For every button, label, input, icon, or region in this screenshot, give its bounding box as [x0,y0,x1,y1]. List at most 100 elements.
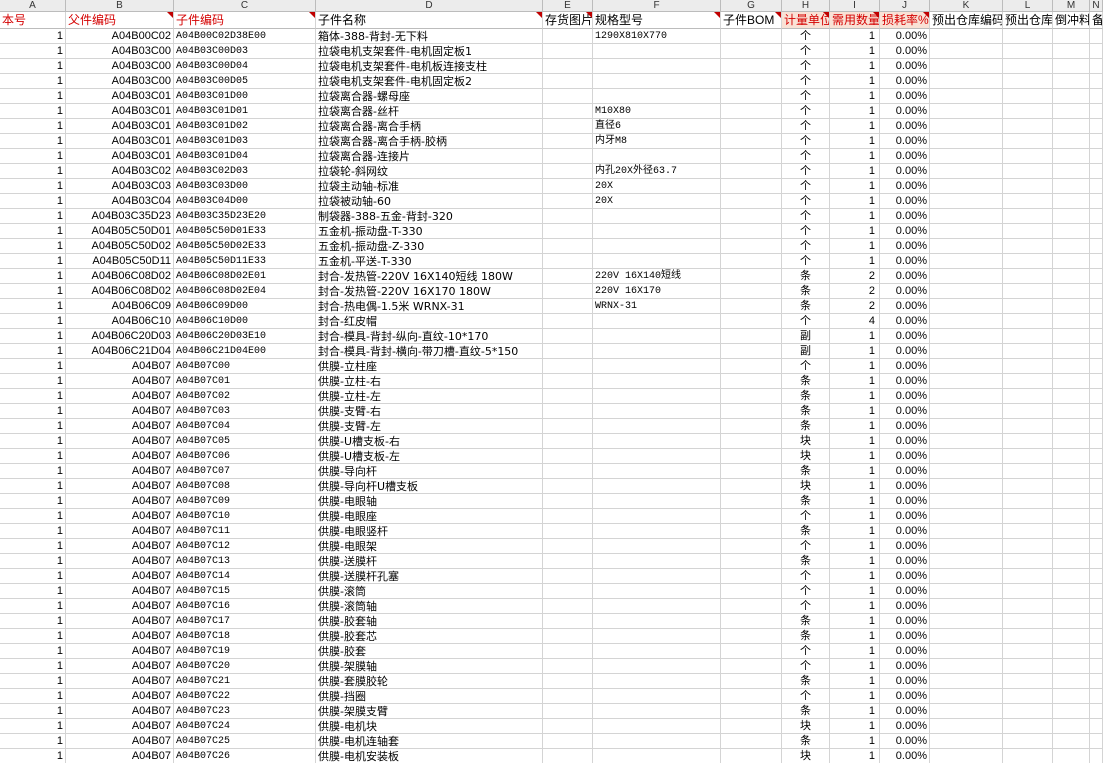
table-cell[interactable]: 拉袋电机支架套件-电机固定板2 [316,74,543,89]
table-cell[interactable]: 五金机-振动盘-T-330 [316,224,543,239]
table-row[interactable]: 1 A04B03C02 A04B03C02D03 拉袋轮-斜网纹 内孔20X外径63.7… [0,164,1103,179]
table-cell[interactable]: 1 [0,59,66,74]
table-cell[interactable] [1053,104,1090,119]
table-cell[interactable] [543,614,593,629]
table-cell[interactable]: A04B05C50D11 [66,254,174,269]
table-cell[interactable] [543,509,593,524]
table-cell[interactable]: 20X [593,179,721,194]
table-cell[interactable]: 0.00% [880,254,930,269]
table-cell[interactable]: 供膜-电机安装板 [316,749,543,763]
table-cell[interactable]: A04B07 [66,389,174,404]
table-cell[interactable] [930,164,1003,179]
table-cell[interactable] [543,404,593,419]
table-cell[interactable] [1003,734,1053,749]
table-cell[interactable]: 供膜-胶套芯 [316,629,543,644]
table-cell[interactable]: 1 [830,644,880,659]
table-cell[interactable]: 1 [0,539,66,554]
table-cell[interactable] [1053,329,1090,344]
table-cell[interactable]: 1 [830,239,880,254]
column-letter-i[interactable]: I [830,0,880,12]
table-cell[interactable]: M10X80 [593,104,721,119]
table-cell[interactable]: 220V 16X140短线 [593,269,721,284]
table-cell[interactable] [1053,224,1090,239]
column-letter-b[interactable]: B [66,0,174,12]
table-cell[interactable]: A04B07C19 [174,644,316,659]
table-cell[interactable] [593,59,721,74]
table-cell[interactable]: 1 [0,284,66,299]
column-letter-n[interactable]: N [1090,0,1103,12]
table-cell[interactable] [1053,269,1090,284]
table-cell[interactable] [930,314,1003,329]
table-cell[interactable]: A04B07C17 [174,614,316,629]
table-cell[interactable]: A04B06C09 [66,299,174,314]
table-cell[interactable] [1003,224,1053,239]
table-cell[interactable] [543,434,593,449]
table-cell[interactable] [721,329,782,344]
table-cell[interactable]: 1 [0,224,66,239]
table-cell[interactable]: A04B07 [66,569,174,584]
table-cell[interactable]: 拉袋被动轴-60 [316,194,543,209]
table-cell[interactable] [543,239,593,254]
table-cell[interactable]: 1 [0,509,66,524]
table-cell[interactable] [543,539,593,554]
table-cell[interactable] [1053,704,1090,719]
column-letter-d[interactable]: D [316,0,543,12]
table-cell[interactable]: 1 [830,209,880,224]
field-header-row[interactable]: 本号 父件编码 子件编码 子件名称 存货图片 规格型号 子件BOM 计量单位 需用数量 损耗率% 预… [0,12,1103,29]
table-cell[interactable]: 拉袋轮-斜网纹 [316,164,543,179]
table-cell[interactable]: 1 [0,239,66,254]
table-cell[interactable] [930,599,1003,614]
table-row[interactable]: 1 A04B07 A04B07C01 供膜-立柱-右条 1 0.00% [0,374,1103,389]
table-cell[interactable] [930,29,1003,44]
table-cell[interactable] [930,194,1003,209]
table-cell[interactable] [1053,689,1090,704]
table-cell[interactable]: 块 [782,719,830,734]
table-cell[interactable] [593,389,721,404]
table-cell[interactable] [930,704,1003,719]
table-cell[interactable] [1090,719,1103,734]
table-cell[interactable] [543,749,593,763]
table-cell[interactable] [1053,419,1090,434]
table-row[interactable]: 1 A04B07 A04B07C18 供膜-胶套芯条 1 0.00% [0,629,1103,644]
table-cell[interactable] [1053,239,1090,254]
table-cell[interactable]: 拉袋离合器-离合手柄 [316,119,543,134]
table-cell[interactable]: 1 [830,509,880,524]
table-cell[interactable]: 1 [830,674,880,689]
table-cell[interactable]: 个 [782,254,830,269]
table-cell[interactable]: 个 [782,569,830,584]
table-cell[interactable] [721,59,782,74]
table-cell[interactable]: 1 [830,254,880,269]
table-cell[interactable] [1003,749,1053,763]
table-cell[interactable]: 1 [830,719,880,734]
table-cell[interactable]: 1 [0,164,66,179]
table-cell[interactable] [721,284,782,299]
table-cell[interactable] [1053,674,1090,689]
table-cell[interactable]: A04B03C01 [66,89,174,104]
table-cell[interactable] [721,314,782,329]
table-cell[interactable]: 0.00% [880,434,930,449]
table-cell[interactable] [543,299,593,314]
table-row[interactable]: 1 A04B07 A04B07C00 供膜-立柱座个 1 0.00% [0,359,1103,374]
table-cell[interactable]: 个 [782,584,830,599]
table-cell[interactable] [930,239,1003,254]
table-cell[interactable]: 个 [782,224,830,239]
table-cell[interactable]: 1 [0,719,66,734]
table-cell[interactable]: 个 [782,179,830,194]
table-cell[interactable]: A04B06C21D04E00 [174,344,316,359]
table-row[interactable]: 1 A04B06C10 A04B06C10D00 封合-红皮帽 个 4 0.00% [0,314,1103,329]
table-cell[interactable]: 1 [830,389,880,404]
column-letter-h[interactable]: H [782,0,830,12]
table-cell[interactable] [1003,629,1053,644]
table-cell[interactable]: 1 [830,629,880,644]
table-cell[interactable]: 封合-红皮帽 [316,314,543,329]
table-cell[interactable]: 1 [830,104,880,119]
table-cell[interactable]: 封合-模具-背封-横向-带刀槽-直纹-5*150 [316,344,543,359]
table-cell[interactable]: 1 [0,569,66,584]
table-cell[interactable]: 条 [782,419,830,434]
table-cell[interactable]: 0.00% [880,524,930,539]
table-cell[interactable]: 0.00% [880,554,930,569]
table-cell[interactable] [543,629,593,644]
table-cell[interactable]: 1 [0,614,66,629]
table-cell[interactable]: 供膜-滚筒 [316,584,543,599]
table-cell[interactable] [1003,464,1053,479]
